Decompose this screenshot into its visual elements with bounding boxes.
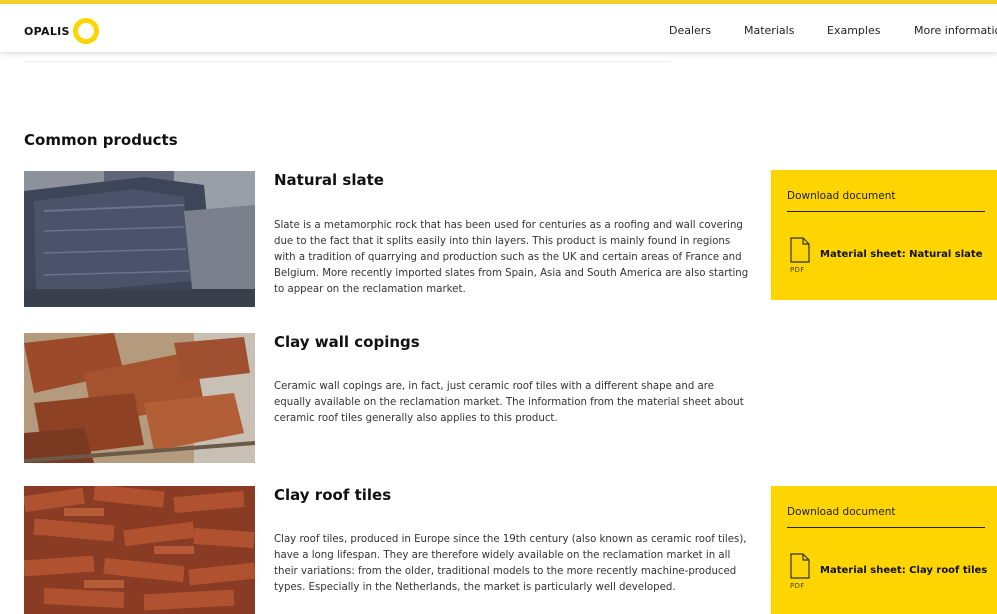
pdf-file-icon[interactable] [789, 552, 811, 584]
download-heading: Download document [787, 506, 896, 518]
material-sheet-clay-roof-tiles-link[interactable]: Material sheet: Clay roof tiles [820, 565, 987, 576]
product-title: Natural slate [274, 171, 384, 189]
file-type-label: PDF [790, 266, 805, 274]
download-box-natural-slate: Download document PDF Material sheet: Na… [771, 170, 997, 300]
download-box-clay-roof-tiles: Download document PDF Material sheet: Cl… [771, 486, 997, 614]
material-sheet-natural-slate-link[interactable]: Material sheet: Natural slate [820, 249, 982, 260]
download-heading: Download document [787, 190, 896, 202]
natural-slate-image [24, 171, 255, 307]
file-type-label: PDF [790, 582, 805, 590]
sub-header-divider [24, 52, 670, 62]
opalis-logo[interactable]: OPALIS [24, 18, 99, 44]
nav-dealers[interactable]: Dealers [669, 24, 711, 37]
product-description: Ceramic wall copings are, in fact, just … [274, 381, 744, 424]
product-title: Clay roof tiles [274, 486, 392, 504]
clay-roof-tiles-image [24, 486, 255, 614]
site-header: OPALIS Dealers Materials Examples More i… [0, 4, 997, 52]
section-title: Common products [24, 131, 178, 149]
download-divider [787, 527, 985, 528]
pdf-file-icon[interactable] [789, 236, 811, 268]
download-divider [787, 211, 985, 212]
clay-wall-copings-image [24, 333, 255, 463]
logo-text: OPALIS [24, 24, 70, 38]
logo-ring-icon [72, 18, 99, 44]
product-description: Clay roof tiles, produced in Europe sinc… [274, 534, 747, 593]
product-title: Clay wall copings [274, 333, 420, 351]
nav-materials[interactable]: Materials [744, 24, 794, 37]
nav-more-information[interactable]: More information [914, 24, 997, 37]
nav-examples[interactable]: Examples [827, 24, 880, 37]
product-description: Slate is a metamorphic rock that has bee… [274, 220, 749, 295]
